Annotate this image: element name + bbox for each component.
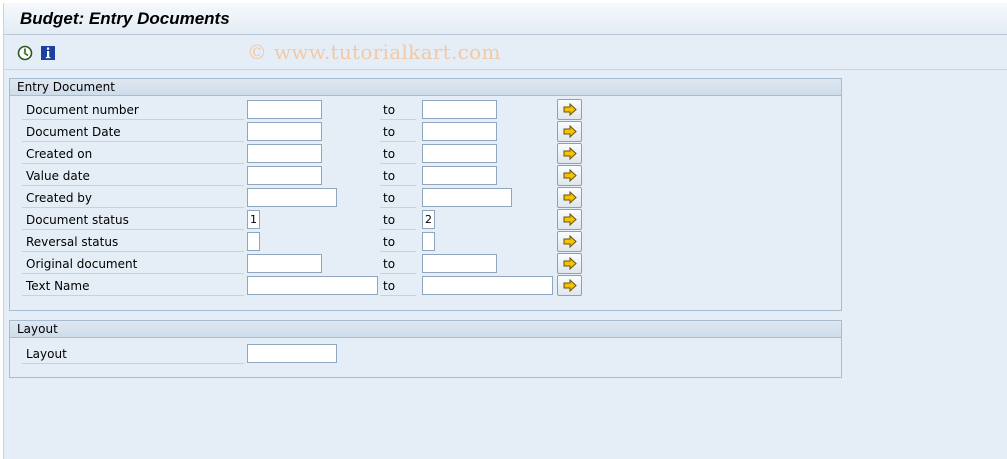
field-label: Created on [22, 145, 244, 164]
high-value-input[interactable] [422, 166, 497, 185]
selection-row: Original document to [10, 253, 841, 275]
selection-row: Document status 1 to 2 [10, 209, 841, 231]
low-value-input[interactable] [247, 254, 322, 273]
multiple-selection-button[interactable] [557, 209, 582, 230]
high-value-input[interactable] [422, 232, 435, 251]
to-label: to [380, 145, 416, 164]
low-value-input[interactable] [247, 166, 322, 185]
selection-row: Document number to [10, 99, 841, 121]
high-value-input[interactable] [422, 276, 553, 295]
low-value-input[interactable] [247, 122, 322, 141]
to-label: to [380, 211, 416, 230]
arrow-right-icon [563, 213, 577, 226]
field-label: Document number [22, 101, 244, 120]
to-label: to [380, 167, 416, 186]
layout-group: Layout Layout [9, 320, 842, 378]
execute-button[interactable] [16, 44, 34, 62]
selection-row: Value date to [10, 165, 841, 187]
low-value-input[interactable] [247, 100, 322, 119]
group-title: Layout [10, 321, 841, 338]
arrow-right-icon [563, 103, 577, 116]
multiple-selection-button[interactable] [557, 99, 582, 120]
field-label: Created by [22, 189, 244, 208]
arrow-right-icon [563, 147, 577, 160]
selection-row: Document Date to [10, 121, 841, 143]
to-label: to [380, 255, 416, 274]
selection-row: Created by to [10, 187, 841, 209]
information-icon [41, 46, 55, 60]
high-value-input[interactable]: 2 [422, 210, 435, 229]
to-label: to [380, 233, 416, 252]
low-value-input[interactable] [247, 188, 337, 207]
field-label: Text Name [22, 277, 244, 296]
watermark: © www.tutorialkart.com [247, 40, 501, 64]
field-label: Original document [22, 255, 244, 274]
high-value-input[interactable] [422, 254, 497, 273]
arrow-right-icon [563, 125, 577, 138]
to-label: to [380, 277, 416, 296]
multiple-selection-button[interactable] [557, 143, 582, 164]
to-label: to [380, 101, 416, 120]
application-toolbar: © www.tutorialkart.com [4, 36, 1007, 70]
multiple-selection-button[interactable] [557, 187, 582, 208]
title-bar: Budget: Entry Documents [4, 3, 1007, 35]
low-value-input[interactable] [247, 276, 378, 295]
low-value-input[interactable] [247, 144, 322, 163]
selection-row: Created on to [10, 143, 841, 165]
low-value-input[interactable]: 1 [247, 210, 260, 229]
arrow-right-icon [563, 279, 577, 292]
high-value-input[interactable] [422, 144, 497, 163]
multiple-selection-button[interactable] [557, 231, 582, 252]
to-label: to [380, 123, 416, 142]
group-title: Entry Document [10, 79, 841, 96]
multiple-selection-button[interactable] [557, 121, 582, 142]
multiple-selection-button[interactable] [557, 253, 582, 274]
page-title: Budget: Entry Documents [20, 9, 230, 28]
field-label: Value date [22, 167, 244, 186]
arrow-right-icon [563, 169, 577, 182]
layout-input[interactable] [247, 344, 337, 363]
multiple-selection-button[interactable] [557, 275, 582, 296]
entry-document-group: Entry Document Document number to Document… [9, 78, 842, 311]
high-value-input[interactable] [422, 122, 497, 141]
sap-screen: Budget: Entry Documents © www.tutorialka… [3, 3, 1007, 459]
field-label: Reversal status [22, 233, 244, 252]
selection-row: Reversal status to [10, 231, 841, 253]
high-value-input[interactable] [422, 100, 497, 119]
execute-icon [17, 45, 33, 61]
arrow-right-icon [563, 257, 577, 270]
information-button[interactable] [39, 44, 57, 62]
high-value-input[interactable] [422, 188, 512, 207]
low-value-input[interactable] [247, 232, 260, 251]
multiple-selection-button[interactable] [557, 165, 582, 186]
layout-row: Layout [10, 343, 841, 365]
field-label: Document status [22, 211, 244, 230]
selection-row: Text Name to [10, 275, 841, 297]
to-label: to [380, 189, 416, 208]
arrow-right-icon [563, 235, 577, 248]
field-label: Document Date [22, 123, 244, 142]
field-label: Layout [22, 345, 244, 364]
arrow-right-icon [563, 191, 577, 204]
